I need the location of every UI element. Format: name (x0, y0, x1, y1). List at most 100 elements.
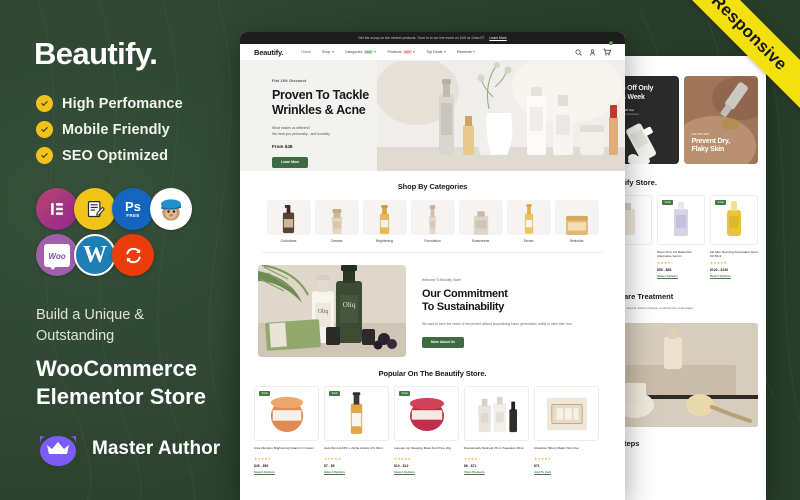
woocommerce-icon: Woo (36, 234, 78, 276)
announcement-link[interactable]: Learn More (489, 36, 506, 40)
product-name: Moon Fruit 1% Bakuchiol Alternative Seru… (657, 250, 692, 259)
main-preview-panel[interactable]: Get the scoop on the newest products. Tu… (240, 32, 625, 500)
photoshop-label: Ps (125, 198, 141, 214)
hero-cta-button[interactable]: Learn More (272, 156, 309, 168)
category-item-creams[interactable]: Creams (314, 200, 359, 243)
nav-item-categories[interactable]: Categories NEW (345, 50, 377, 54)
chevron-down-icon (413, 51, 416, 53)
skin-banner-eyebrow: Flat 15% OFF (691, 131, 710, 136)
product-image (674, 202, 688, 236)
product-card[interactable]: SALE Mit Skin Reviving Antioxidant Glow … (710, 195, 758, 278)
product-name: Charlotte Tilbury Magic Skin Duo (534, 446, 580, 450)
account-icon[interactable] (589, 43, 596, 61)
product-image (350, 391, 363, 434)
product-rating: ★★★★☆ (464, 457, 482, 461)
product-cta[interactable]: Select Options (324, 470, 389, 474)
product-cta[interactable]: View Products (464, 470, 529, 474)
product-price: $45 - $50 (254, 463, 269, 468)
product-card[interactable]: Charlotte Tilbury Magic Skin Duo ★★★★★ $… (534, 386, 599, 474)
master-author-crown-icon (36, 430, 80, 468)
search-icon[interactable] (575, 43, 582, 61)
revolution-slider-icon (112, 234, 154, 276)
nav-item-home[interactable]: Home (301, 50, 311, 54)
product-cta[interactable]: Add To Cart (534, 470, 599, 474)
promo-banner-skin[interactable]: Flat 15% OFF Prevent Dry, Flaky Skin (683, 76, 758, 164)
product-rating: ★★★★★ (534, 457, 552, 461)
cart-icon[interactable]: 0 (603, 41, 613, 61)
category-image (410, 200, 455, 235)
nav-item-top-deals[interactable]: Top Deals (426, 50, 446, 54)
product-image-box: SALE (394, 386, 459, 441)
check-icon (36, 95, 53, 112)
product-image (477, 396, 517, 432)
hero-section: Flat 15% Discount Proven To Tackle Wrink… (240, 61, 625, 171)
nav-label: Top Deals (426, 50, 443, 54)
feature-item: Mobile Friendly (36, 121, 183, 138)
category-item-occlusives[interactable]: Occlusives (266, 200, 311, 243)
sustainability-section: Oliq Oliq Welcome To Beautify Store! Our… (240, 253, 625, 357)
product-cta[interactable]: Select Options (394, 470, 459, 474)
product-card[interactable]: Dramatically Retinoid 2% in Squalane 30m… (464, 386, 529, 474)
nav-item-elements[interactable]: Elements (457, 50, 476, 54)
sustainability-text: Welcome To Beautify Store! Our Commitmen… (422, 274, 607, 348)
product-card[interactable]: SALE Cica Allergine Brightening Vitamin … (254, 386, 319, 474)
nav-item-shop[interactable]: Shop (322, 50, 334, 54)
product-price: $120 - $130 (710, 267, 729, 272)
product-rating: ★★★★★ (324, 457, 342, 461)
chevron-down-icon (473, 51, 476, 53)
category-image (266, 200, 311, 235)
nav-label: Shop (321, 50, 331, 54)
feature-item: SEO Optimized (36, 147, 183, 164)
category-image (458, 200, 503, 235)
site-logo[interactable]: Beautify. (254, 48, 284, 57)
feature-item: High Perfomance (36, 95, 183, 112)
nav-item-products[interactable]: Products HOT (387, 50, 416, 54)
feature-label: High Perfomance (62, 95, 183, 112)
chevron-down-icon (331, 51, 334, 53)
sale-badge: SALE (662, 200, 674, 205)
hero-text-block: Flat 15% Discount Proven To Tackle Wrink… (272, 79, 392, 168)
left-info-panel: Beautify. High Perfomance Mobile Friendl… (34, 0, 254, 500)
category-item-brightening[interactable]: Brightening (362, 200, 407, 243)
product-card[interactable]: SALE Moon Fruit 1% Bakuchiol Alternative… (657, 195, 705, 278)
category-label: Occlusives (280, 239, 297, 243)
wordpress-icon: W (74, 234, 116, 276)
hero-title: Proven To Tackle Wrinkles & Acne (272, 88, 392, 118)
product-cta[interactable]: Select Options (710, 274, 758, 278)
product-card[interactable]: SALE Ascorbic Acid 8% + Alpha Arbutin 2%… (324, 386, 389, 474)
product-price: $7 - $9 (324, 463, 335, 468)
announcement-text: Get the scoop on the newest products. Tu… (358, 36, 486, 40)
product-name: Cica Allergine Brightening Vitamin C Cre… (254, 446, 314, 450)
sustainability-image: Oliq Oliq (258, 265, 406, 357)
sale-badge: SALE (329, 391, 341, 396)
category-item-sunscreens[interactable]: Sunscreens (458, 200, 503, 243)
nav-links: Home Shop Categories NEW Products HOT Top … (301, 50, 476, 54)
product-card[interactable]: SALE Laneige Lip Sleeping Mask Nuit Pure… (394, 386, 459, 474)
wordpress-label: W (83, 242, 107, 268)
category-item-retinoids[interactable]: Retinoids (554, 200, 599, 243)
product-rating: ★★★★★ (254, 457, 272, 461)
category-label: Sunscreens (471, 239, 490, 243)
chevron-down-icon (443, 51, 446, 53)
category-item-serum[interactable]: Serum (506, 200, 551, 243)
product-cta[interactable]: Select Options (254, 470, 319, 474)
product-image-box (534, 386, 599, 441)
skin-banner-title-2: Flaky Skin (691, 146, 725, 154)
woo-label: Woo (48, 252, 66, 261)
sale-badge: SALE (259, 391, 271, 396)
product-image-box: SALE (324, 386, 389, 441)
svg-text:Oliq: Oliq (318, 309, 329, 315)
site-navbar: Beautify. Home Shop Categories NEW Produc… (240, 41, 625, 61)
category-item-foundation[interactable]: Foundation (410, 200, 455, 243)
check-icon (36, 121, 53, 138)
skin-banner-title-1: Prevent Dry, (691, 137, 731, 145)
nav-label: Categories (344, 50, 363, 54)
category-label: Foundation (424, 239, 441, 243)
sustainability-cta-button[interactable]: More About Us (422, 336, 464, 348)
hero-desc-line2: We treat you personally - and honestly. (272, 131, 331, 136)
treatment-title: Skincare Treatment (604, 292, 674, 301)
product-cta[interactable]: Select Options (657, 274, 705, 278)
master-author-label: Master Author (92, 438, 221, 459)
product-rating: ★★★★★ (394, 457, 412, 461)
product-rating: ★★★★★ (710, 261, 728, 265)
